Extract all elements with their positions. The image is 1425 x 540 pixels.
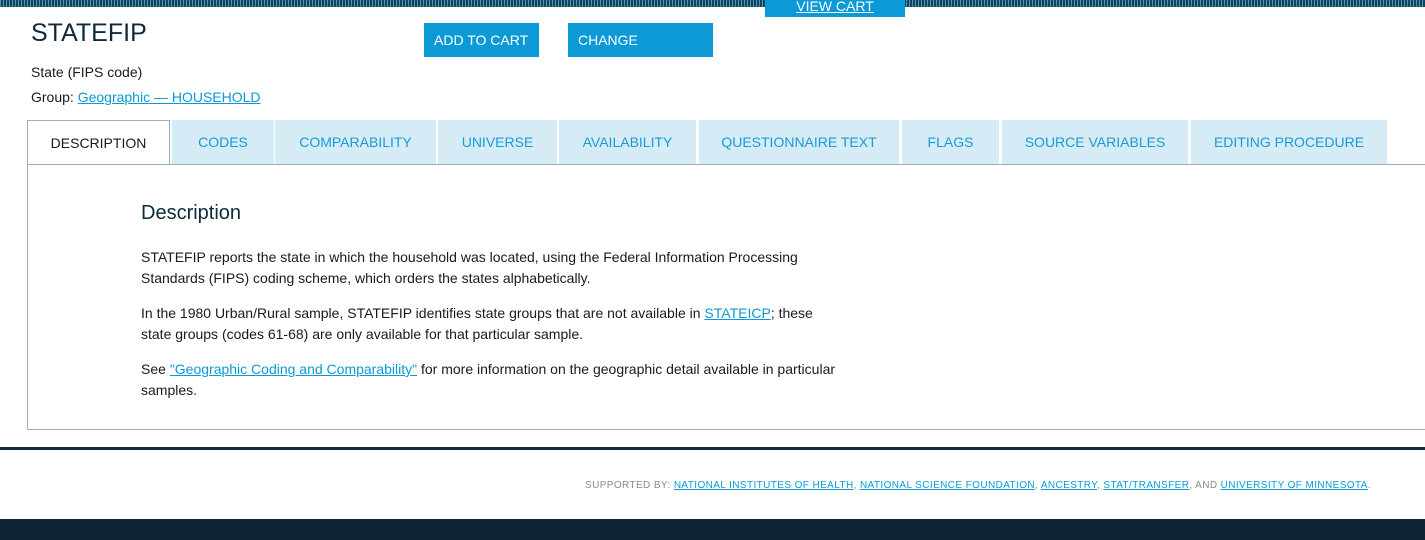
view-cart-link[interactable]: VIEW CART — [765, 0, 905, 17]
tab-questionnaire-text[interactable]: QUESTIONNAIRE TEXT — [699, 120, 899, 164]
footer-divider — [0, 447, 1425, 450]
supported-by-line: SUPPORTED BY: NATIONAL INSTITUTES OF HEA… — [585, 480, 1371, 491]
geographic-coding-link[interactable]: "Geographic Coding and Comparability" — [170, 361, 417, 377]
p2-text-before: In the 1980 Urban/Rural sample, STATEFIP… — [141, 305, 705, 321]
description-paragraph-3: See "Geographic Coding and Comparability… — [141, 359, 841, 401]
variable-group: Group: Geographic — HOUSEHOLD — [31, 89, 261, 105]
add-to-cart-button[interactable]: ADD TO CART — [424, 23, 539, 57]
change-samples-button[interactable]: CHANGE SAMPLES — [568, 23, 713, 82]
top-decorative-bar — [0, 0, 1425, 7]
separator-and: , AND — [1189, 480, 1221, 491]
page-title: STATEFIP — [31, 19, 147, 47]
tab-editing-procedure[interactable]: EDITING PROCEDURE — [1191, 120, 1387, 164]
description-paragraph-2: In the 1980 Urban/Rural sample, STATEFIP… — [141, 303, 841, 345]
description-heading: Description — [141, 202, 242, 224]
sponsor-nih-link[interactable]: NATIONAL INSTITUTES OF HEALTH — [674, 480, 854, 491]
stateicp-link[interactable]: STATEICP — [704, 305, 770, 321]
tab-bar: DESCRIPTION CODES COMPARABILITY UNIVERSE… — [27, 120, 1425, 165]
tab-description[interactable]: DESCRIPTION — [27, 120, 170, 165]
tab-codes[interactable]: CODES — [172, 120, 274, 164]
supported-by-label: SUPPORTED BY: — [585, 480, 674, 491]
description-panel: Description STATEFIP reports the state i… — [27, 164, 1425, 430]
sponsor-ancestry-link[interactable]: ANCESTRY — [1041, 480, 1097, 491]
group-link[interactable]: Geographic — HOUSEHOLD — [78, 89, 261, 105]
tab-availability[interactable]: AVAILABILITY — [559, 120, 696, 164]
tab-comparability[interactable]: COMPARABILITY — [275, 120, 436, 164]
description-paragraph-1: STATEFIP reports the state in which the … — [141, 249, 798, 286]
sponsor-umn-link[interactable]: UNIVERSITY OF MINNESOTA — [1221, 480, 1368, 491]
sponsor-nsf-link[interactable]: NATIONAL SCIENCE FOUNDATION — [860, 480, 1035, 491]
sponsor-stattransfer-link[interactable]: STAT/TRANSFER — [1103, 480, 1189, 491]
variable-label: State (FIPS code) — [31, 64, 143, 80]
tab-source-variables[interactable]: SOURCE VARIABLES — [1002, 120, 1188, 164]
p3-text-before: See — [141, 361, 170, 377]
tab-universe[interactable]: UNIVERSE — [438, 120, 557, 164]
period: . — [1367, 480, 1371, 491]
tab-flags[interactable]: FLAGS — [902, 120, 999, 164]
group-prefix: Group: — [31, 89, 78, 105]
footer-bar — [0, 519, 1425, 540]
